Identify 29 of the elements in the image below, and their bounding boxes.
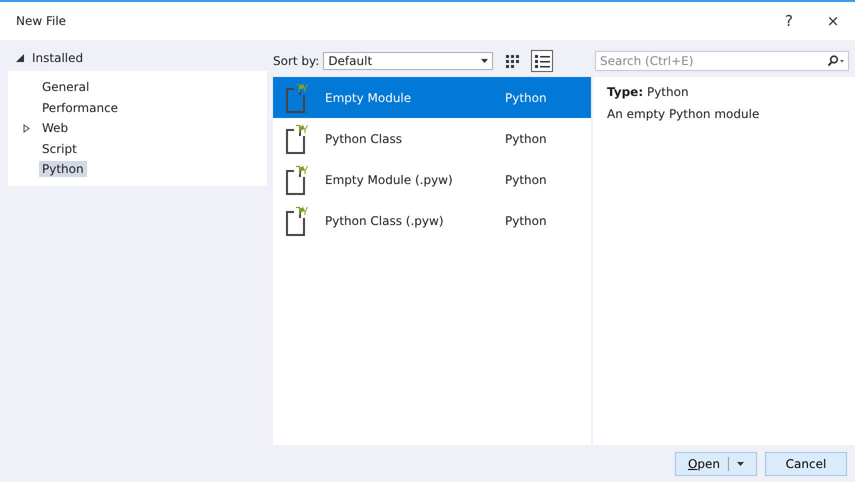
list-icon [534,52,551,70]
python-file-icon [285,206,311,236]
python-file-icon [285,124,311,154]
close-button[interactable]: × [811,6,855,36]
search-field[interactable]: Search (Ctrl+E) [595,51,849,71]
list-view-button[interactable] [531,50,554,72]
python-file-icon [285,164,311,194]
dropdown-arrow-icon [481,59,488,63]
tree-item[interactable]: General [39,79,92,96]
template-row[interactable]: Empty Module Python [273,77,591,118]
search-icon [827,55,845,67]
tree-item[interactable]: Performance [39,100,122,116]
tree-item[interactable]: Python [39,161,87,178]
tree-item[interactable]: Script [39,140,80,157]
window-title: New File [16,14,68,28]
open-split-button[interactable]: Open [675,452,757,476]
grid-icon [504,52,521,70]
caret-icon [737,462,744,466]
expander-icon[interactable] [16,54,24,62]
template-description: An empty Python module [607,107,760,121]
type-line: Type: Python [607,85,690,99]
python-file-icon [285,82,311,112]
tree-item[interactable]: Installed [32,51,84,65]
sort-dropdown[interactable]: Default [323,52,494,70]
tree-item[interactable]: Web [39,120,72,136]
sort-label: Sort by: [273,54,320,68]
cancel-button[interactable]: Cancel [765,452,847,476]
expander-icon[interactable] [22,124,31,133]
help-button[interactable]: ? [767,6,811,36]
